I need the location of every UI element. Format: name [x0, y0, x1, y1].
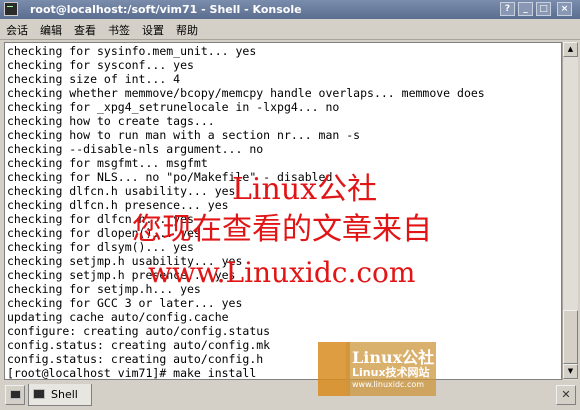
terminal-line: checking whether memmove/bcopy/memcpy ha…	[7, 86, 485, 100]
tab-bar: Shell ✕	[0, 382, 580, 410]
terminal-line: updating cache auto/config.cache	[7, 310, 229, 324]
menu-bookmarks[interactable]: 书签	[108, 22, 130, 38]
terminal-line: checking for msgfmt... msgfmt	[7, 156, 208, 170]
terminal-line: config.status: creating auto/config.h	[7, 352, 264, 366]
terminal-icon	[10, 390, 21, 399]
terminal-line: config.status: creating auto/config.mk	[7, 338, 271, 352]
terminal-prompt-line: [root@localhost vim71]# make install	[7, 366, 257, 380]
menu-session[interactable]: 会话	[6, 22, 28, 38]
close-session-button[interactable]: ✕	[556, 385, 576, 405]
menu-view[interactable]: 查看	[74, 22, 96, 38]
scroll-up-arrow-icon[interactable]: ▲	[563, 42, 578, 57]
menu-bar: 会话 编辑 查看 书签 设置 帮助	[0, 19, 580, 40]
minimize-button[interactable]: _	[518, 2, 533, 16]
watermark-url: www.Linuxidc.com	[148, 256, 416, 289]
title-bar: root@localhost:/soft/vim71 - Shell - Kon…	[0, 0, 580, 19]
menu-settings[interactable]: 设置	[142, 22, 164, 38]
watermark-text: 您现在查看的文章来自	[132, 212, 432, 247]
terminal-line: checking how to run man with a section n…	[7, 128, 361, 142]
watermark-logo: Linux公社 Linux技术网站 www.linuxidc.com	[346, 342, 436, 396]
tab-shell[interactable]: Shell	[28, 384, 92, 406]
logo-subtitle: Linux技术网站	[352, 366, 430, 379]
new-session-button[interactable]	[5, 385, 25, 405]
terminal-line: checking for _xpg4_setrunelocale in -lxp…	[7, 100, 340, 114]
vertical-scrollbar[interactable]: ▲ ▼	[562, 42, 578, 380]
scroll-down-arrow-icon[interactable]: ▼	[563, 364, 578, 379]
terminal-line: checking for GCC 3 or later... yes	[7, 296, 243, 310]
terminal-icon	[33, 389, 45, 399]
menu-edit[interactable]: 编辑	[40, 22, 62, 38]
help-button[interactable]: ?	[500, 2, 515, 16]
window-title: root@localhost:/soft/vim71 - Shell - Kon…	[30, 3, 302, 16]
terminal-line: checking size of int... 4	[7, 72, 181, 86]
terminal-line: checking dlfcn.h usability... yes	[7, 184, 236, 198]
terminal-line: checking how to create tags...	[7, 114, 215, 128]
logo-url: www.linuxidc.com	[352, 380, 425, 389]
maximize-button[interactable]: □	[536, 2, 551, 16]
konsole-app-icon[interactable]	[4, 2, 18, 16]
terminal-line: checking for sysinfo.mem_unit... yes	[7, 44, 257, 58]
terminal-line: checking for sysconf... yes	[7, 58, 194, 72]
scroll-thumb[interactable]	[563, 310, 578, 364]
terminal-line: configure: creating auto/config.status	[7, 324, 271, 338]
terminal-line: checking --disable-nls argument... no	[7, 142, 264, 156]
menu-help[interactable]: 帮助	[176, 22, 198, 38]
watermark-title: Linux公社	[232, 172, 378, 207]
close-button[interactable]: ×	[557, 2, 572, 16]
tab-label: Shell	[51, 388, 78, 401]
